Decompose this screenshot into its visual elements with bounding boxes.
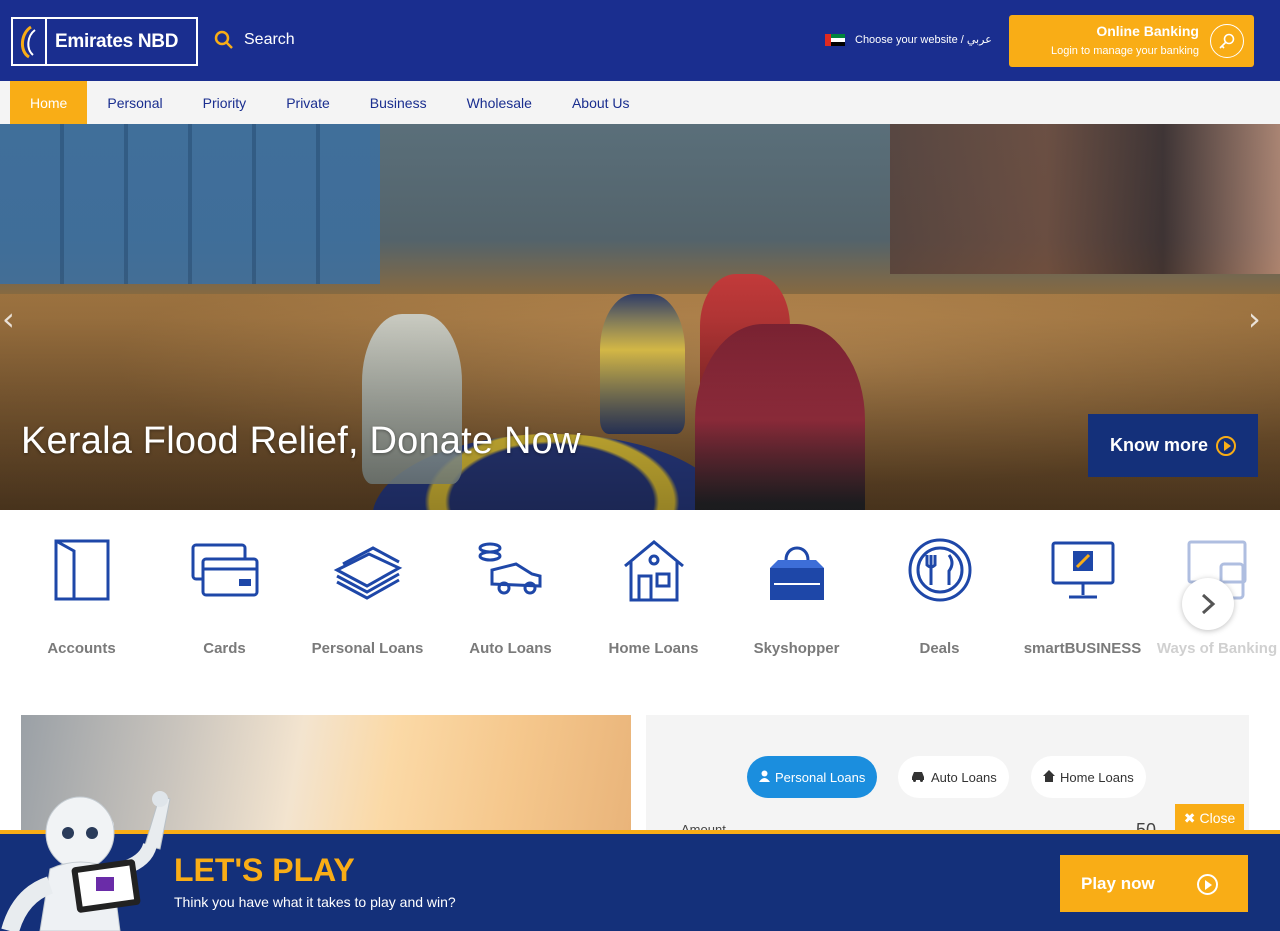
- nav-item-wholesale[interactable]: Wholesale: [447, 81, 552, 124]
- home-icon: [1043, 769, 1055, 785]
- product-auto-loans[interactable]: Auto Loans: [439, 530, 582, 657]
- house-icon: [582, 530, 725, 610]
- choose-website-label: Choose your website / عربي: [855, 34, 992, 46]
- play-circle-icon: [1197, 874, 1218, 895]
- product-label: Home Loans: [608, 640, 699, 657]
- close-banner-button[interactable]: ✖ Close: [1175, 804, 1244, 832]
- car-icon: [910, 770, 926, 785]
- tab-label: Auto Loans: [931, 769, 997, 785]
- nav-item-priority[interactable]: Priority: [183, 81, 267, 124]
- hero-title: Kerala Flood Relief, Donate Now: [21, 420, 581, 462]
- tab-home-loans[interactable]: Home Loans: [1031, 756, 1146, 798]
- logo-mark-icon: [13, 19, 47, 64]
- shopping-bag-icon: [725, 530, 868, 610]
- carousel-next-button[interactable]: [1182, 578, 1234, 630]
- nav-item-private[interactable]: Private: [266, 81, 350, 124]
- search-label: Search: [244, 31, 295, 48]
- product-cards[interactable]: Cards: [153, 530, 296, 657]
- product-label: Ways of Banking: [1156, 640, 1278, 657]
- product-smartbusiness[interactable]: smartBUSINESS: [1011, 530, 1154, 657]
- product-accounts[interactable]: Accounts: [10, 530, 153, 657]
- main-nav: Home Personal Priority Private Business …: [0, 81, 1280, 124]
- tab-personal-loans[interactable]: Personal Loans: [747, 756, 878, 798]
- product-carousel: Accounts Cards Personal Loans Auto Loans…: [10, 530, 1280, 690]
- key-icon: [1210, 24, 1244, 58]
- uae-flag-icon: [825, 33, 845, 46]
- banner-subtitle: Think you have what it takes to play and…: [174, 894, 456, 910]
- product-label: Personal Loans: [311, 640, 424, 657]
- tab-auto-loans[interactable]: Auto Loans: [898, 756, 1009, 798]
- close-icon: ✖: [1183, 809, 1196, 826]
- loan-calculator: Personal Loans Auto Loans Home Loans Amo…: [646, 715, 1249, 840]
- monitor-icon: [1011, 530, 1154, 610]
- tab-label: Home Loans: [1060, 769, 1134, 785]
- product-label: Deals: [919, 640, 960, 657]
- choose-website-link[interactable]: Choose your website / عربي: [825, 33, 992, 46]
- logo-text: Emirates NBD: [55, 30, 179, 52]
- hero-next-arrow[interactable]: ›: [1248, 300, 1261, 338]
- product-home-loans[interactable]: Home Loans: [582, 530, 725, 657]
- play-circle-icon: [1216, 435, 1236, 456]
- close-label: Close: [1199, 810, 1236, 826]
- nav-item-business[interactable]: Business: [350, 81, 447, 124]
- tab-label: Personal Loans: [775, 769, 866, 785]
- product-label: Cards: [203, 640, 246, 657]
- product-skyshopper[interactable]: Skyshopper: [725, 530, 868, 657]
- robot-mascot-image: [1, 791, 171, 931]
- search-icon: [214, 30, 233, 49]
- play-now-label: Play now: [1081, 873, 1155, 893]
- online-banking-title: Online Banking: [1096, 23, 1199, 39]
- online-banking-button[interactable]: Online Banking Login to manage your bank…: [1009, 15, 1254, 67]
- user-icon: [759, 770, 770, 785]
- nav-item-home[interactable]: Home: [10, 81, 88, 124]
- fork-knife-icon: [868, 530, 1011, 610]
- know-more-label: Know more: [1109, 435, 1208, 455]
- product-label: Skyshopper: [753, 640, 840, 657]
- search-button[interactable]: Search: [214, 30, 295, 50]
- book-icon: [10, 530, 153, 610]
- know-more-button[interactable]: Know more: [1088, 414, 1258, 477]
- nav-item-personal[interactable]: Personal: [87, 81, 182, 124]
- emirates-nbd-logo[interactable]: Emirates NBD: [11, 17, 198, 66]
- site-header: Emirates NBD Search Choose your website …: [0, 0, 1280, 81]
- product-personal-loans[interactable]: Personal Loans: [296, 530, 439, 657]
- product-label: smartBUSINESS: [1023, 640, 1142, 657]
- product-deals[interactable]: Deals: [868, 530, 1011, 657]
- hero-prev-arrow[interactable]: ‹: [2, 300, 15, 338]
- banner-title: LET'S PLAY: [174, 852, 355, 888]
- chevron-right-icon: [1201, 593, 1216, 615]
- online-banking-subtitle: Login to manage your banking: [1051, 45, 1199, 57]
- nav-item-about-us[interactable]: About Us: [552, 81, 650, 124]
- play-now-button[interactable]: Play now: [1060, 855, 1248, 912]
- product-label: Auto Loans: [469, 640, 552, 657]
- product-label: Accounts: [47, 640, 116, 657]
- cash-stack-icon: [296, 530, 439, 610]
- cards-icon: [153, 530, 296, 610]
- car-coins-icon: [439, 530, 582, 610]
